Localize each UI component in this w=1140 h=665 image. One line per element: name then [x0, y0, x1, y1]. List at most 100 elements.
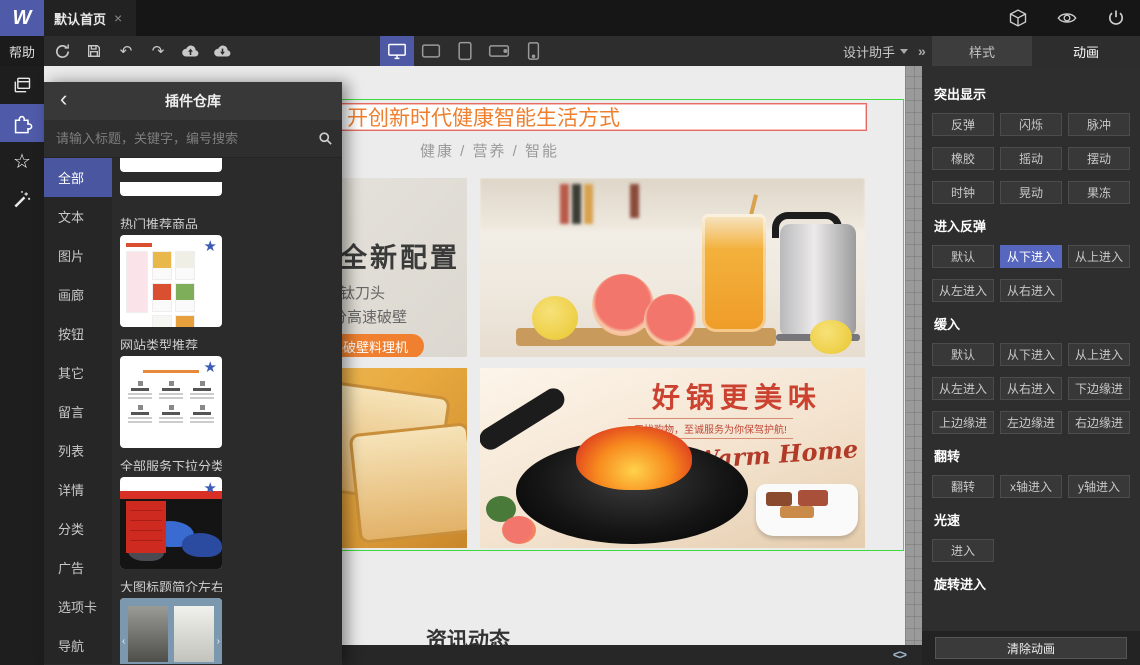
preview-eye-icon[interactable]	[1056, 8, 1078, 28]
kitchen-photo[interactable]	[480, 178, 865, 357]
category-image[interactable]: 图片	[44, 236, 112, 275]
search-icon[interactable]	[308, 131, 342, 146]
clear-animation-button[interactable]: 清除动画	[935, 637, 1127, 659]
sidebar-pages-icon[interactable]	[0, 66, 44, 104]
anim-button[interactable]: 翻转	[932, 475, 994, 498]
anim-button[interactable]: 从左进入	[932, 279, 994, 302]
cloud-upload-icon[interactable]	[180, 41, 200, 61]
plugin-card-site-types[interactable]: ★	[120, 356, 222, 448]
back-chevron-icon[interactable]: ‹	[60, 86, 67, 112]
collapse-panel-button[interactable]: »	[918, 36, 926, 66]
help-button[interactable]: 帮助	[0, 36, 44, 66]
tab-animation[interactable]: 动画	[1032, 36, 1140, 66]
anim-button[interactable]: 闪烁	[1000, 113, 1062, 136]
banner-left-title: 全新配置	[340, 243, 460, 273]
anim-button[interactable]: 果冻	[1068, 181, 1130, 204]
code-view-icon[interactable]: <>	[893, 647, 907, 662]
book	[572, 184, 581, 224]
plugin-categories: 全部 文本 图片 画廊 按钮 其它 留言 列表 详情 分类 广告 选项卡 导航 …	[44, 158, 112, 664]
anim-button[interactable]: 默认	[932, 245, 994, 268]
category-gallery[interactable]: 画廊	[44, 275, 112, 314]
plugin-card-hot-products[interactable]: ★	[120, 235, 222, 327]
save-icon[interactable]	[84, 41, 104, 61]
cloud-download-icon[interactable]	[212, 41, 232, 61]
anim-button[interactable]: 时钟	[932, 181, 994, 204]
category-button[interactable]: 按钮	[44, 314, 112, 353]
anim-button[interactable]: 脉冲	[1068, 113, 1130, 136]
category-ad[interactable]: 广告	[44, 548, 112, 587]
category-list[interactable]: 列表	[44, 431, 112, 470]
category-classify[interactable]: 分类	[44, 509, 112, 548]
plugin-card-cutoff[interactable]	[120, 182, 222, 196]
card-preview: ‹ ›	[120, 598, 222, 664]
anim-button[interactable]: 从左进入	[932, 377, 994, 400]
wok-banner[interactable]: 好锅更美味 无忧购物，至诚服务为你保驾护航! Warm Home	[480, 368, 865, 548]
anim-button[interactable]: 从右进入	[1000, 377, 1062, 400]
undo-icon[interactable]: ↶	[116, 41, 136, 61]
topbar-actions	[1008, 0, 1126, 36]
anim-button[interactable]: 默认	[932, 343, 994, 366]
category-other[interactable]: 其它	[44, 353, 112, 392]
device-desktop-button[interactable]	[380, 36, 414, 66]
sidebar-magic-wand-icon[interactable]	[0, 180, 44, 218]
anim-button[interactable]: 从上进入	[1068, 343, 1130, 366]
anim-button[interactable]: y轴进入	[1068, 475, 1130, 498]
toolbar: 帮助 ↶ ↷ 设计助手 » 样式 动画	[0, 36, 1140, 66]
anim-button[interactable]: 摇动	[1000, 147, 1062, 170]
anim-button[interactable]: 橡胶	[932, 147, 994, 170]
anim-button-selected[interactable]: 从下进入	[1000, 245, 1062, 268]
tab-close-icon[interactable]: ×	[114, 10, 122, 26]
canvas-subtitle[interactable]: 健康 / 营养 / 智能	[420, 140, 559, 161]
anim-button[interactable]: 上边缘进	[932, 411, 994, 434]
anim-button[interactable]: 右边缘进	[1068, 411, 1130, 434]
refresh-icon[interactable]	[52, 41, 72, 61]
category-detail[interactable]: 详情	[44, 470, 112, 509]
anim-button[interactable]: 从右进入	[1000, 279, 1062, 302]
anim-button[interactable]: 左边缘进	[1000, 411, 1062, 434]
device-phone-landscape-button[interactable]	[482, 36, 516, 66]
chevron-down-icon	[900, 48, 909, 54]
page-tab[interactable]: 默认首页 ×	[44, 0, 136, 36]
anim-button[interactable]: 从上进入	[1068, 245, 1130, 268]
book	[560, 184, 569, 224]
category-all[interactable]: 全部	[44, 158, 112, 197]
plugin-search-input[interactable]	[44, 131, 308, 146]
favorite-star-icon[interactable]: ★	[204, 237, 217, 255]
sidebar-favorites-icon[interactable]: ☆	[0, 142, 44, 180]
headline-element-selected[interactable]: 开创新时代健康智能生活方式	[320, 103, 867, 131]
grapefruit	[644, 294, 696, 346]
tab-style[interactable]: 样式	[932, 36, 1032, 66]
category-nav[interactable]: 导航	[44, 626, 112, 665]
device-phone-portrait-button[interactable]	[516, 36, 550, 66]
edit-icons: ↶ ↷	[52, 36, 232, 66]
favorite-star-icon[interactable]: ★	[204, 479, 217, 497]
anim-button[interactable]: 晃动	[1000, 181, 1062, 204]
sidebar-plugins-icon[interactable]	[0, 104, 44, 142]
category-text[interactable]: 文本	[44, 197, 112, 236]
anim-button[interactable]: 进入	[932, 539, 994, 562]
plugin-card-services-dropdown[interactable]: ★	[120, 477, 222, 569]
plugin-card-big-image-switch[interactable]: ‹ ›	[120, 598, 222, 664]
canvas-scrollbar[interactable]	[905, 66, 922, 665]
anim-button[interactable]: 从下进入	[1000, 343, 1062, 366]
power-icon[interactable]	[1106, 8, 1126, 28]
plugin-card-cutoff[interactable]	[120, 158, 222, 172]
anim-button[interactable]: 反弹	[932, 113, 994, 136]
components-cube-icon[interactable]	[1008, 8, 1028, 28]
design-assistant-dropdown[interactable]: 设计助手	[843, 36, 909, 66]
food-bit	[780, 506, 814, 518]
anim-button[interactable]: x轴进入	[1000, 475, 1062, 498]
app-logo[interactable]: W	[0, 0, 44, 36]
anim-button[interactable]: 下边缘进	[1068, 377, 1130, 400]
anim-button[interactable]: 摆动	[1068, 147, 1130, 170]
book	[584, 184, 593, 224]
plugin-library-panel: ‹ 插件仓库 全部 文本 图片 画廊 按钮 其它 留言 列表 详情 分类	[44, 82, 342, 665]
device-tablet-portrait-button[interactable]	[448, 36, 482, 66]
category-message[interactable]: 留言	[44, 392, 112, 431]
redo-icon[interactable]: ↷	[148, 41, 168, 61]
category-tabs[interactable]: 选项卡	[44, 587, 112, 626]
banner-left-line2: 分高速破壁	[332, 309, 408, 326]
device-tablet-landscape-button[interactable]	[414, 36, 448, 66]
kettle	[780, 224, 856, 336]
favorite-star-icon[interactable]: ★	[204, 358, 217, 376]
